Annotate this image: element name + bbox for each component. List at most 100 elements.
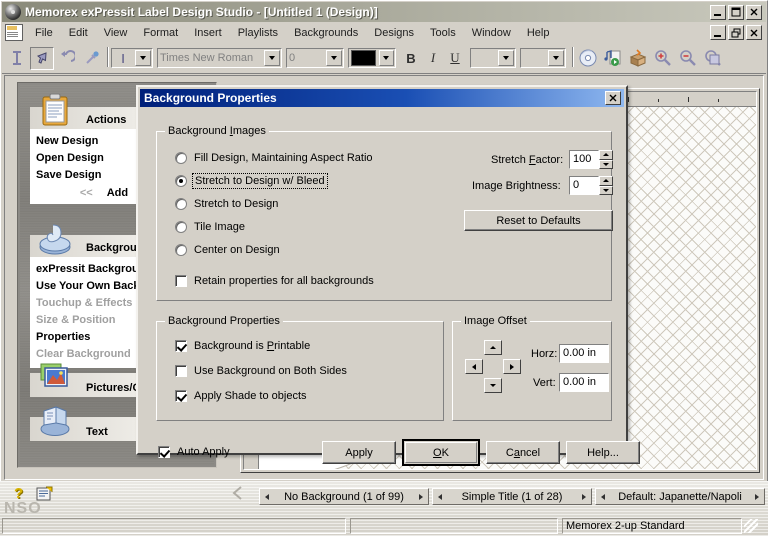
menu-insert[interactable]: Insert [186, 25, 230, 41]
action-add-button[interactable]: Add [107, 187, 128, 199]
radio-tile-image[interactable]: Tile Image [175, 221, 245, 233]
checkbox-auto-apply[interactable]: Auto Apply [158, 446, 230, 458]
document-icon[interactable] [5, 24, 23, 41]
font-family-dropdown-arrow[interactable] [264, 50, 280, 66]
italic-button[interactable]: I [422, 47, 444, 69]
action-save-design[interactable]: Save Design [36, 167, 136, 184]
offset-right-button[interactable] [503, 359, 521, 374]
horz-input[interactable]: 0.00 in [559, 344, 609, 363]
undo-tool[interactable] [55, 47, 79, 70]
minimize-button[interactable] [710, 4, 726, 20]
cd-label-icon[interactable] [576, 47, 600, 70]
font-size-dropdown-arrow[interactable] [326, 50, 342, 66]
apply-button[interactable]: Apply [322, 441, 396, 464]
paper-nav[interactable]: Default: Japanette/Napoli [595, 488, 765, 505]
text-cursor-tool[interactable] [5, 47, 29, 70]
background-nav[interactable]: No Background (1 of 99) [259, 488, 429, 505]
background-properties-group: Background Properties Background is Prin… [156, 315, 444, 421]
menu-view[interactable]: View [96, 25, 136, 41]
dialog-title: Background Properties [144, 91, 277, 105]
text-icon [36, 403, 76, 439]
checkbox-background-printable[interactable]: Background is Printable [175, 340, 310, 352]
menu-window[interactable]: Window [464, 25, 519, 41]
design-nav-prev[interactable] [433, 493, 447, 500]
image-brightness-spin-buttons [599, 176, 613, 195]
mdi-minimize-button[interactable] [710, 25, 726, 40]
eyedropper-tool[interactable] [80, 47, 104, 70]
collapse-arrow-icon[interactable] [230, 485, 246, 501]
stretch-factor-spinner[interactable]: 100 [569, 150, 613, 169]
align-combo[interactable] [470, 48, 516, 68]
radio-center-on-design[interactable]: Center on Design [175, 244, 280, 256]
zoom-in-icon[interactable] [651, 47, 675, 70]
offset-down-button[interactable] [484, 378, 502, 393]
print-box-icon[interactable] [626, 47, 650, 70]
checkbox-apply-shade[interactable]: Apply Shade to objects [175, 390, 307, 402]
radio-fill-design[interactable]: Fill Design, Maintaining Aspect Ratio [175, 152, 373, 164]
cancel-button[interactable]: Ca ncel [486, 441, 560, 464]
underline-button[interactable]: U [444, 47, 466, 69]
font-size-combo[interactable]: 0 [286, 48, 344, 68]
align-dropdown-arrow[interactable] [498, 50, 514, 66]
reset-to-defaults-button[interactable]: Reset to Defaults [464, 210, 613, 231]
checkbox-both-sides[interactable]: Use Background on Both Sides [175, 365, 347, 377]
spacing-combo[interactable] [520, 48, 566, 68]
menu-file[interactable]: File [27, 25, 61, 41]
menu-edit[interactable]: Edit [61, 25, 96, 41]
mdi-close-button[interactable] [746, 25, 762, 40]
stretch-factor-input[interactable]: 100 [569, 150, 599, 169]
help-button[interactable]: Help... [566, 441, 640, 464]
ok-button[interactable]: OK [402, 439, 480, 466]
font-family-combo[interactable]: Times New Roman [157, 48, 282, 68]
zoom-page-icon[interactable] [701, 47, 725, 70]
image-brightness-spinner[interactable]: 0 [569, 176, 613, 195]
cd-disc-icon [5, 4, 21, 20]
menu-help[interactable]: Help [519, 25, 558, 41]
maximize-button[interactable] [728, 4, 744, 20]
offset-left-button[interactable] [465, 359, 483, 374]
spacing-dropdown-arrow[interactable] [548, 50, 564, 66]
font-color-dropdown-arrow[interactable] [378, 50, 394, 66]
menu-playlists[interactable]: Playlists [230, 25, 286, 41]
select-arrow-tool[interactable] [30, 46, 54, 70]
design-nav[interactable]: Simple Title (1 of 28) [432, 488, 592, 505]
resize-grip[interactable] [744, 519, 758, 533]
background-nav-next[interactable] [414, 493, 428, 500]
paper-nav-prev[interactable] [596, 493, 610, 500]
menu-backgrounds[interactable]: Backgrounds [286, 25, 366, 41]
status-left-pane [2, 518, 346, 534]
menu-tools[interactable]: Tools [422, 25, 464, 41]
text-style-dropdown-arrow[interactable] [135, 50, 151, 66]
menu-format[interactable]: Format [135, 25, 186, 41]
vert-input[interactable]: 0.00 in [559, 373, 609, 392]
zoom-out-icon[interactable] [676, 47, 700, 70]
image-brightness-input[interactable]: 0 [569, 176, 599, 195]
action-new-design[interactable]: New Design [36, 133, 136, 150]
image-brightness-down-button[interactable] [599, 185, 613, 195]
mdi-restore-button[interactable] [728, 25, 744, 40]
checkbox-retain-properties[interactable]: Retain properties for all backgrounds [175, 275, 374, 287]
dialog-body: Background Images Fill Design, Maintaini… [140, 109, 640, 466]
stretch-factor-up-button[interactable] [599, 150, 613, 160]
dialog-close-button[interactable] [605, 91, 621, 105]
action-prev-button[interactable]: << [80, 187, 93, 199]
text-style-combo[interactable]: I [111, 48, 153, 68]
playlist-import-icon[interactable] [601, 47, 625, 70]
font-color-combo[interactable] [348, 48, 396, 68]
image-offset-group: Image Offset Horz: 0.00 in Vert: 0.00 in [452, 315, 612, 421]
design-nav-next[interactable] [577, 493, 591, 500]
menu-designs[interactable]: Designs [366, 25, 422, 41]
stretch-factor-down-button[interactable] [599, 159, 613, 169]
image-brightness-up-button[interactable] [599, 176, 613, 186]
clipboard-icon [36, 93, 76, 129]
bold-button[interactable]: B [400, 47, 422, 69]
action-open-design[interactable]: Open Design [36, 150, 136, 167]
radio-stretch-bleed[interactable]: Stretch to Design w/ Bleed [175, 173, 328, 189]
radio-stretch-to-design[interactable]: Stretch to Design [175, 198, 278, 210]
status-right-pane: Memorex 2-up Standard [562, 518, 742, 534]
offset-up-button[interactable] [484, 340, 502, 355]
background-nav-prev[interactable] [260, 493, 274, 500]
radio-center-on-design-indicator [175, 244, 187, 256]
paper-nav-next[interactable] [750, 493, 764, 500]
close-button[interactable] [746, 4, 762, 20]
